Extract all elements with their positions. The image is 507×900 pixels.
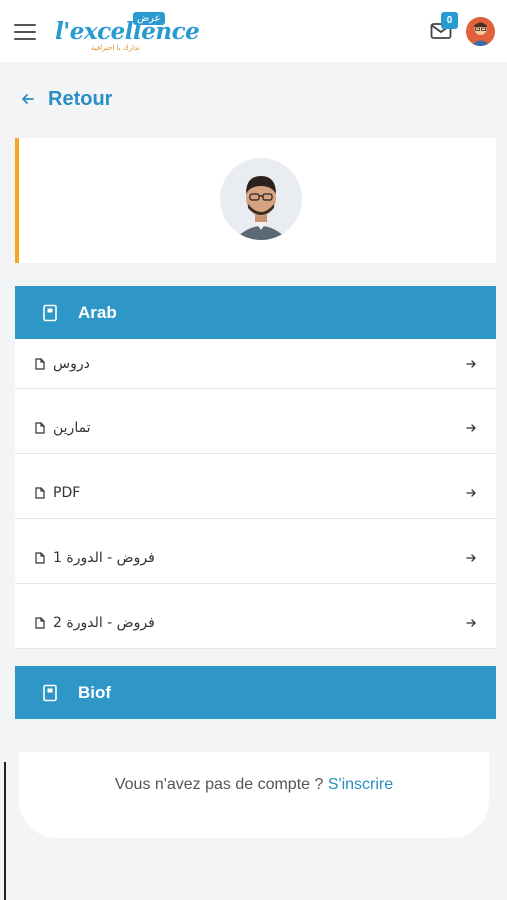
resource-list: دروس تمارين PDF فروض - الدورة 1 فروض - ا… [15, 339, 496, 649]
logo-badge: عرض [133, 12, 165, 25]
subject-title: Biof [78, 682, 112, 702]
back-label: Retour [48, 87, 113, 110]
arrow-right-icon [466, 360, 476, 368]
subject-title: Arab [78, 302, 117, 322]
signup-link[interactable]: S'inscrire [328, 776, 393, 793]
edge-divider [4, 762, 6, 900]
item-label: فروض - الدورة 2 [53, 615, 155, 631]
file-icon [35, 617, 45, 629]
list-item-pdf[interactable]: PDF [15, 454, 496, 519]
subject-header-arab[interactable]: Arab [15, 286, 496, 339]
item-label: دروس [53, 356, 90, 372]
signup-prompt: Vous n'avez pas de compte ? [114, 776, 324, 793]
logo-text: l'excellence [55, 18, 200, 45]
top-bar: l'excellence عرض تدارك با احترافية 0 [0, 0, 507, 62]
arrow-right-icon [466, 424, 476, 432]
menu-icon[interactable] [14, 24, 36, 40]
list-item-exercises[interactable]: تمارين [15, 389, 496, 454]
list-item-lessons[interactable]: دروس [15, 339, 496, 389]
user-avatar[interactable] [466, 17, 495, 46]
notebook-icon [43, 304, 57, 321]
signup-card: Vous n'avez pas de compte ? S'inscrire [19, 752, 489, 838]
logo[interactable]: l'excellence عرض تدارك با احترافية [55, 12, 200, 54]
list-item-exams-term2[interactable]: فروض - الدورة 2 [15, 584, 496, 649]
arrow-right-icon [466, 489, 476, 497]
arrow-left-icon [22, 94, 34, 104]
item-label: PDF [53, 485, 81, 501]
back-link[interactable]: Retour [20, 86, 112, 112]
subject-header-biof[interactable]: Biof [15, 666, 496, 719]
arrow-right-icon [466, 554, 476, 562]
teacher-photo [220, 158, 302, 240]
notification-badge: 0 [441, 12, 458, 29]
item-label: فروض - الدورة 1 [53, 550, 155, 566]
file-icon [35, 552, 45, 564]
file-icon [35, 487, 45, 499]
signup-text: Vous n'avez pas de compte ? S'inscrire [19, 776, 489, 794]
list-item-exams-term1[interactable]: فروض - الدورة 1 [15, 519, 496, 584]
logo-tagline: تدارك با احترافية [91, 44, 140, 52]
teacher-profile-card [15, 138, 496, 263]
file-icon [35, 422, 45, 434]
notebook-icon [43, 684, 57, 701]
item-label: تمارين [53, 420, 91, 436]
file-icon [35, 358, 45, 370]
arrow-right-icon [466, 619, 476, 627]
